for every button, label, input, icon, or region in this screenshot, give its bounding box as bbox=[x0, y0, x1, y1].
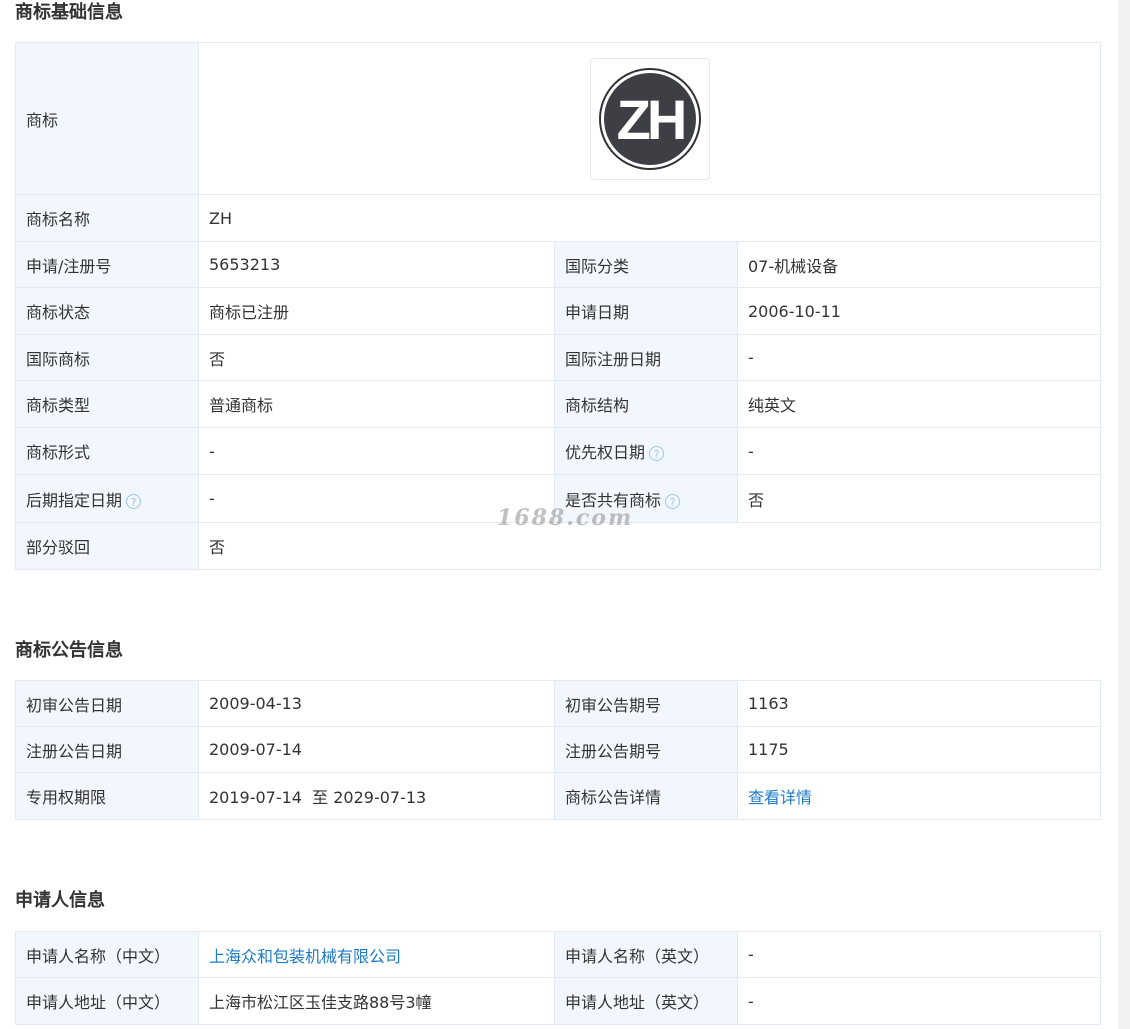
row-value: - bbox=[737, 977, 1101, 1025]
svg-text:ZH: ZH bbox=[616, 88, 683, 151]
name-value: ZH bbox=[198, 194, 1101, 242]
name-label: 商标名称 bbox=[15, 194, 199, 242]
row-label: 商标公告详情 bbox=[554, 772, 738, 820]
table-row: 商标类型 普通商标 商标结构 纯英文 bbox=[15, 380, 1101, 428]
later-designation-label: 后期指定日期? bbox=[15, 474, 199, 523]
basic-info-table: 商标 ZH 商标名称 ZH 申请/注册号 5653213 国际分类 07-机械设… bbox=[15, 42, 1101, 570]
row-value: - bbox=[198, 427, 555, 475]
row-label: 国际注册日期 bbox=[554, 334, 738, 381]
row-value: 商标已注册 bbox=[198, 287, 555, 335]
row-label: 商标结构 bbox=[554, 380, 738, 428]
row-value: 1163 bbox=[737, 680, 1101, 727]
row-label: 商标形式 bbox=[15, 427, 199, 475]
help-icon[interactable]: ? bbox=[665, 493, 681, 509]
row-value: 2019-07-14 至 2029-07-13 bbox=[198, 772, 555, 820]
table-row: 商标状态 商标已注册 申请日期 2006-10-11 bbox=[15, 287, 1101, 335]
row-label: 申请人地址（英文） bbox=[554, 977, 738, 1025]
row-value: 07-机械设备 bbox=[737, 241, 1101, 288]
section-title-basic: 商标基础信息 bbox=[15, 2, 123, 23]
vertical-scrollbar[interactable] bbox=[1118, 0, 1130, 1029]
row-label: 商标类型 bbox=[15, 380, 199, 428]
row-value: 否 bbox=[198, 334, 555, 381]
row-value: 2006-10-11 bbox=[737, 287, 1101, 335]
row-value: - bbox=[737, 427, 1101, 475]
table-row: 国际商标 否 国际注册日期 - bbox=[15, 334, 1101, 381]
row-label: 注册公告日期 bbox=[15, 726, 199, 773]
row-label: 初审公告期号 bbox=[554, 680, 738, 727]
logo-label: 商标 bbox=[15, 42, 199, 195]
row-label: 国际分类 bbox=[554, 241, 738, 288]
row-value: 5653213 bbox=[198, 241, 555, 288]
row-value: 2009-04-13 bbox=[198, 680, 555, 727]
row-label: 申请人地址（中文） bbox=[15, 977, 199, 1025]
table-row: 商标名称 ZH bbox=[15, 194, 1101, 242]
help-icon[interactable]: ? bbox=[649, 446, 665, 461]
priority-date-label: 优先权日期? bbox=[554, 427, 738, 475]
announce-info-table: 初审公告日期 2009-04-13 初审公告期号 1163 注册公告日期 200… bbox=[15, 680, 1101, 820]
row-label: 国际商标 bbox=[15, 334, 199, 381]
trademark-logo: ZH bbox=[589, 57, 710, 180]
row-value: - bbox=[737, 931, 1101, 978]
section-title-applicant: 申请人信息 bbox=[15, 890, 105, 911]
announce-detail-cell: 查看详情 bbox=[737, 772, 1101, 820]
row-value: 否 bbox=[737, 474, 1101, 523]
view-details-link[interactable]: 查看详情 bbox=[748, 788, 812, 807]
row-label: 初审公告日期 bbox=[15, 680, 199, 727]
table-row: 注册公告日期 2009-07-14 注册公告期号 1175 bbox=[15, 726, 1101, 773]
section-title-announce: 商标公告信息 bbox=[15, 640, 123, 661]
row-label-text: 后期指定日期 bbox=[26, 490, 123, 510]
table-row: 商标形式 - 优先权日期? - bbox=[15, 427, 1101, 475]
row-label: 申请/注册号 bbox=[15, 241, 199, 288]
row-value: 1175 bbox=[737, 726, 1101, 773]
table-row: 申请人名称（中文） 上海众和包装机械有限公司 申请人名称（英文） - bbox=[15, 931, 1101, 978]
row-label: 注册公告期号 bbox=[554, 726, 738, 773]
row-label: 申请人名称（英文） bbox=[554, 931, 738, 978]
row-label-text: 优先权日期 bbox=[565, 443, 646, 462]
row-label: 商标状态 bbox=[15, 287, 199, 335]
table-row: 申请/注册号 5653213 国际分类 07-机械设备 bbox=[15, 241, 1101, 288]
zh-logo-image: ZH bbox=[598, 67, 701, 170]
help-icon[interactable]: ? bbox=[126, 493, 142, 509]
logo-row: 商标 ZH bbox=[15, 42, 1101, 195]
row-value: 纯英文 bbox=[737, 380, 1101, 428]
row-value: - bbox=[737, 334, 1101, 381]
row-value: 普通商标 bbox=[198, 380, 555, 428]
table-row: 专用权期限 2019-07-14 至 2029-07-13 商标公告详情 查看详… bbox=[15, 772, 1101, 820]
applicant-name-link[interactable]: 上海众和包装机械有限公司 bbox=[209, 947, 401, 966]
row-value: 上海市松江区玉佳支路88号3幢 bbox=[198, 977, 555, 1025]
applicant-name-cell: 上海众和包装机械有限公司 bbox=[198, 931, 555, 978]
partial-reject-label: 部分驳回 bbox=[15, 522, 199, 570]
row-label: 专用权期限 bbox=[15, 772, 199, 820]
applicant-info-table: 申请人名称（中文） 上海众和包装机械有限公司 申请人名称（英文） - 申请人地址… bbox=[15, 931, 1101, 1025]
table-row: 初审公告日期 2009-04-13 初审公告期号 1163 bbox=[15, 680, 1101, 727]
partial-reject-value: 否 bbox=[198, 522, 1101, 570]
logo-cell: ZH bbox=[198, 42, 1101, 195]
row-label: 申请日期 bbox=[554, 287, 738, 335]
table-row: 申请人地址（中文） 上海市松江区玉佳支路88号3幢 申请人地址（英文） - bbox=[15, 977, 1101, 1025]
watermark-text: 1688.com bbox=[497, 505, 634, 531]
row-value: 2009-07-14 bbox=[198, 726, 555, 773]
row-label: 申请人名称（中文） bbox=[15, 931, 199, 978]
